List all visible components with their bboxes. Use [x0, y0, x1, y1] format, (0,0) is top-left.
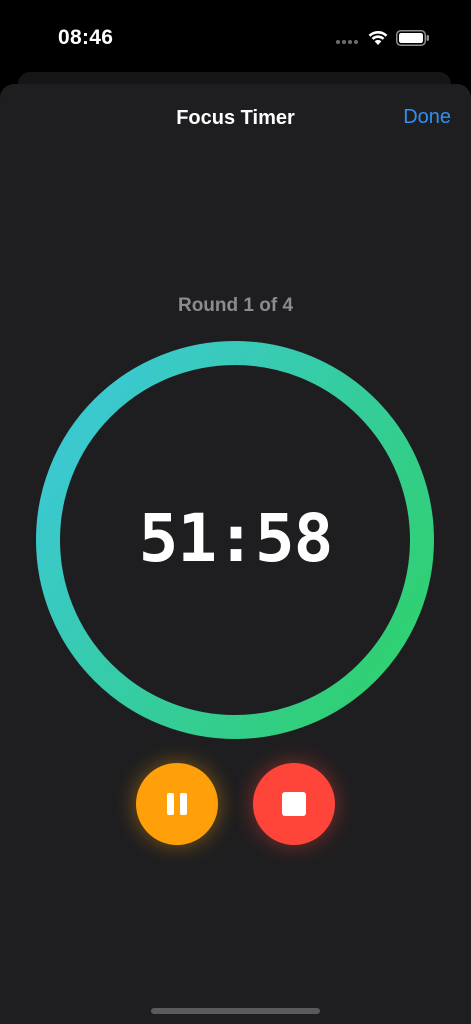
time-remaining: 51:58 — [138, 500, 334, 577]
pause-button[interactable] — [136, 763, 218, 845]
screen: 08:46 Focus Timer Done Round 1 of 4 51:5 — [0, 0, 471, 1024]
stop-button[interactable] — [253, 763, 335, 845]
wifi-icon — [368, 30, 388, 45]
nav-title: Focus Timer — [176, 107, 295, 129]
battery-icon — [396, 30, 429, 46]
stop-icon — [282, 792, 306, 816]
status-bar: 08:46 — [0, 0, 471, 76]
status-time: 08:46 — [58, 26, 114, 49]
signal-dots-icon — [336, 40, 360, 46]
home-indicator[interactable] — [151, 1008, 320, 1014]
pause-icon — [167, 793, 187, 815]
round-label: Round 1 of 4 — [177, 295, 294, 316]
done-button[interactable]: Done — [403, 106, 451, 129]
